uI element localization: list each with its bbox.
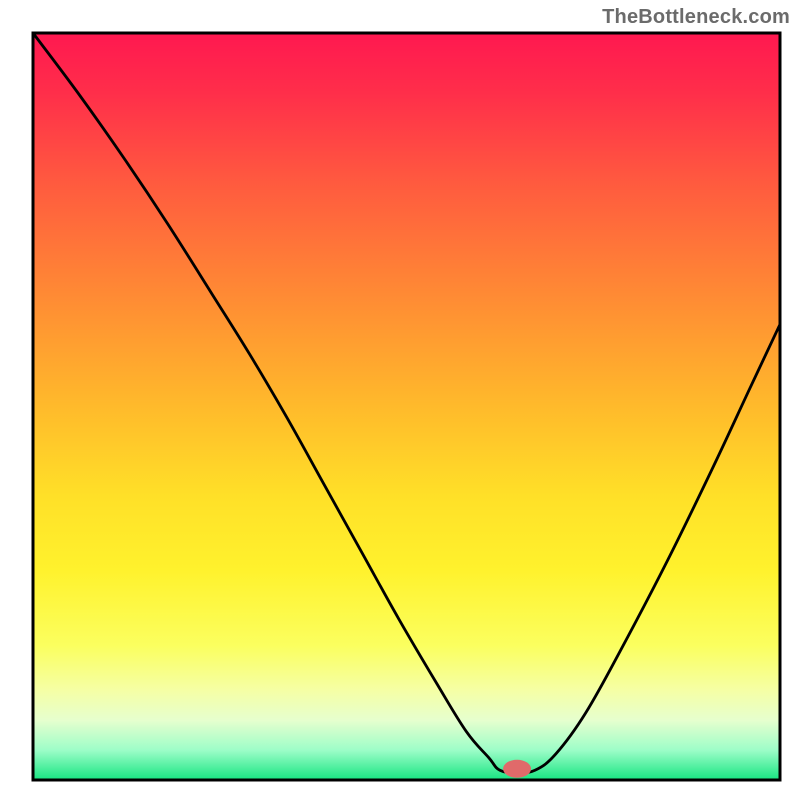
chart-stage: TheBottleneck.com [0,0,800,800]
watermark-text: TheBottleneck.com [602,6,790,29]
bottleneck-chart-svg [0,0,800,800]
gradient-background [33,33,780,780]
optimal-marker [503,760,531,778]
